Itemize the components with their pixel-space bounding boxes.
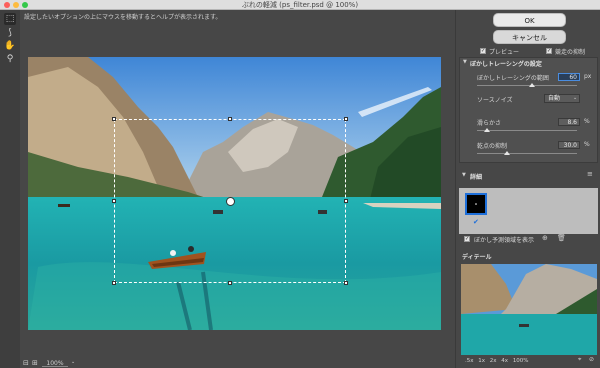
- trace-settings-section: ▼ ぼかしトレーシングの設定 ぼかしトレーシングの範囲 60 px ソースノイズ…: [459, 57, 598, 163]
- advanced-collapse-arrow-icon[interactable]: ▼: [462, 172, 466, 178]
- marquee-handle-left[interactable]: [112, 199, 116, 203]
- delete-trace-icon[interactable]: 🗑: [557, 234, 566, 242]
- zoom-level-field[interactable]: 100%: [42, 360, 68, 367]
- help-hint-text: 設定したいオプションの上にマウスを移動するとヘルプが表示されます。: [24, 14, 222, 21]
- marquee-handle-top-right[interactable]: [344, 117, 348, 121]
- tool-bar: ⬚ ⟆ ✋ ⚲: [0, 10, 20, 368]
- preview-label: プレビュー: [489, 49, 520, 56]
- add-trace-icon[interactable]: ⊕: [542, 234, 548, 242]
- loupe-zoom-2x[interactable]: 2x: [490, 358, 497, 364]
- zoom-dropdown-icon[interactable]: ⌄: [71, 359, 75, 365]
- trace-settings-title: ぼかしトレーシングの設定: [470, 61, 542, 68]
- artifact-input[interactable]: 30.0: [558, 141, 580, 149]
- loupe-trash-icon[interactable]: ⊘: [589, 356, 594, 363]
- marquee-handle-top[interactable]: [228, 117, 232, 121]
- smoothing-slider-knob[interactable]: [484, 128, 490, 132]
- marquee-tool-icon[interactable]: ⬚: [4, 13, 16, 25]
- window-title: ぶれの軽減 (ps_filter.psd @ 100%): [241, 1, 359, 9]
- ok-button[interactable]: OK: [493, 13, 566, 27]
- trace-bounds-label: ぼかしトレーシングの範囲: [477, 75, 549, 82]
- source-noise-dropdown-icon[interactable]: ⌄: [573, 95, 577, 101]
- smoothing-input[interactable]: 8.6: [558, 118, 580, 126]
- smoothing-unit: %: [584, 118, 590, 125]
- artifact-unit: %: [584, 141, 590, 148]
- zoom-tool-icon[interactable]: ⚲: [4, 53, 16, 65]
- smoothing-slider[interactable]: [477, 130, 577, 131]
- lasso-tool-icon[interactable]: ⟆: [4, 27, 16, 39]
- blur-trace-thumbnail[interactable]: [465, 193, 487, 215]
- detail-photo: [461, 264, 597, 355]
- trace-dot-icon: [475, 203, 477, 205]
- show-trace-checkbox[interactable]: ✓: [464, 236, 470, 242]
- panel-menu-icon[interactable]: ≡: [587, 170, 593, 178]
- loupe-zoom-row: .5x 1x 2x 4x 100%: [465, 358, 529, 364]
- detail-loupe-title: ディテール: [462, 254, 492, 261]
- trace-bounds-slider[interactable]: [477, 85, 577, 86]
- cancel-button[interactable]: キャンセル: [493, 30, 566, 44]
- source-noise-label: ソースノイズ: [477, 97, 513, 104]
- filter-dialog-window: ぶれの軽減 (ps_filter.psd @ 100%) 設定したいオプションの…: [0, 0, 600, 368]
- artifact-slider-knob[interactable]: [504, 151, 510, 155]
- trace-checkmark-icon[interactable]: ✔: [473, 218, 479, 226]
- advanced-section-title: 詳細: [470, 174, 483, 181]
- loupe-pin-icon[interactable]: ⌖: [578, 356, 581, 364]
- loupe-zoom-1x[interactable]: 1x: [478, 358, 485, 364]
- loupe-zoom-4x[interactable]: 4x: [501, 358, 508, 364]
- collapse-arrow-icon[interactable]: ▼: [463, 59, 467, 65]
- trace-bounds-input[interactable]: 60: [558, 73, 580, 81]
- marquee-center-pin[interactable]: [226, 197, 235, 206]
- preview-checkbox[interactable]: ✓: [480, 48, 486, 54]
- smoothing-label: 滑らかさ: [477, 120, 502, 127]
- artifact-label: 乾点の抑制: [477, 143, 508, 150]
- plus-icon[interactable]: ⊞: [32, 359, 38, 367]
- artifact-suppression-label: 競走の抑制: [555, 49, 586, 56]
- show-trace-label: ぼかし予測領域を表示: [474, 237, 535, 244]
- artifact-suppression-checkbox[interactable]: ✓: [546, 48, 552, 54]
- loupe-zoom-100[interactable]: 100%: [513, 358, 529, 364]
- minus-icon[interactable]: ⊟: [23, 359, 29, 367]
- artifact-slider[interactable]: [477, 153, 577, 154]
- marquee-handle-right[interactable]: [344, 199, 348, 203]
- marquee-handle-top-left[interactable]: [112, 117, 116, 121]
- options-panel: OK キャンセル ✓ プレビュー ✓ 競走の抑制 ▼ ぼかしトレーシングの設定 …: [455, 10, 600, 368]
- image-preview[interactable]: [28, 57, 441, 330]
- marquee-handle-bottom-right[interactable]: [344, 281, 348, 285]
- detail-loupe[interactable]: [461, 264, 597, 355]
- trace-bounds-slider-knob[interactable]: [529, 83, 535, 87]
- trace-bounds-unit: px: [584, 73, 592, 80]
- blur-trace-gallery: ✔: [459, 188, 598, 234]
- title-bar: ぶれの軽減 (ps_filter.psd @ 100%): [0, 0, 600, 10]
- marquee-handle-bottom[interactable]: [228, 281, 232, 285]
- marquee-handle-bottom-left[interactable]: [112, 281, 116, 285]
- loupe-zoom-half[interactable]: .5x: [465, 358, 474, 364]
- hand-tool-icon[interactable]: ✋: [4, 40, 16, 52]
- status-bar: ⊟ ⊞ 100% ⌄: [20, 359, 450, 368]
